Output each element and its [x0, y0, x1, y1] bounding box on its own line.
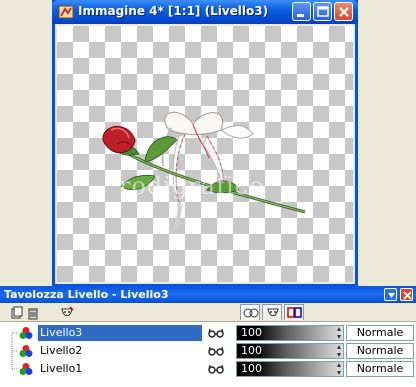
visibility-glasses-icon[interactable] [208, 363, 224, 375]
layer-tab-icon [243, 308, 259, 318]
opacity-spinner-icon[interactable] [336, 344, 342, 358]
layer-list: Livello3 100 Normale Livello2 100 Normal… [0, 321, 416, 387]
maximize-icon [317, 6, 329, 17]
minimize-button[interactable] [292, 2, 311, 21]
opacity-slider[interactable]: 100 [236, 325, 344, 341]
delete-layer-icon[interactable] [26, 305, 40, 320]
visibility-glasses-icon[interactable] [208, 345, 224, 357]
opacity-slider[interactable]: 100 [236, 343, 344, 359]
opacity-value: 100 [241, 344, 262, 357]
opacity-spinner-icon[interactable] [336, 326, 342, 340]
channels-tab-icon [287, 307, 302, 318]
palette-tabs [236, 304, 416, 320]
mask-tab-icon [267, 308, 279, 317]
opacity-spinner-icon[interactable] [336, 362, 342, 376]
new-layer-icon[interactable] [10, 305, 24, 319]
blend-mode-select[interactable]: Normale [346, 325, 414, 341]
palette-close-button[interactable] [400, 288, 413, 301]
layer-tab[interactable] [240, 304, 260, 320]
close-button[interactable] [334, 2, 353, 21]
layer-name[interactable]: Livello1 [38, 361, 202, 377]
tree-line [11, 360, 18, 370]
blend-mode-select[interactable]: Normale [346, 361, 414, 377]
visibility-glasses-icon[interactable] [208, 327, 224, 339]
image-canvas[interactable]: rodigrafico [57, 26, 353, 282]
mask-tab[interactable] [262, 304, 282, 320]
rollup-icon [388, 293, 395, 298]
tree-line [11, 342, 18, 360]
opacity-value: 100 [241, 326, 262, 339]
opacity-value: 100 [241, 362, 262, 375]
palette-rollup-button[interactable] [384, 288, 397, 301]
raster-layer-icon [19, 345, 33, 357]
image-window: Immagine 4* [1:1] (Livello3) rodigrafico [52, 0, 358, 286]
paint-app-icon [58, 4, 74, 20]
mask-icon[interactable] [60, 305, 74, 319]
rosebud-ribbon-image [102, 111, 306, 231]
image-window-titlebar[interactable]: Immagine 4* [1:1] (Livello3) [52, 0, 358, 24]
layer-row[interactable]: Livello3 100 Normale [0, 324, 416, 342]
tree-line [11, 332, 18, 342]
channels-tab[interactable] [284, 304, 304, 320]
layer-row[interactable]: Livello1 100 Normale [0, 360, 416, 378]
layer-name[interactable]: Livello2 [38, 343, 202, 359]
layer-name[interactable]: Livello3 [38, 325, 202, 341]
watermark-text: rodigrafico [119, 172, 265, 200]
image-window-title: Immagine 4* [1:1] (Livello3) [78, 4, 269, 18]
close-icon [403, 291, 412, 300]
layer-toolbar [4, 304, 232, 320]
raster-layer-icon [19, 363, 33, 375]
maximize-button[interactable] [313, 2, 332, 21]
close-icon [339, 7, 349, 17]
opacity-slider[interactable]: 100 [236, 361, 344, 377]
blend-mode-select[interactable]: Normale [346, 343, 414, 359]
layer-palette-titlebar[interactable]: Tavolozza Livello - Livello3 [0, 286, 416, 303]
canvas-frame: rodigrafico [55, 24, 355, 284]
minimize-icon [297, 14, 304, 17]
layer-row[interactable]: Livello2 100 Normale [0, 342, 416, 360]
layer-palette: Tavolozza Livello - Livello3 Livello3 10… [0, 286, 416, 387]
layer-palette-title: Tavolozza Livello - Livello3 [4, 288, 169, 301]
raster-layer-icon [19, 327, 33, 339]
